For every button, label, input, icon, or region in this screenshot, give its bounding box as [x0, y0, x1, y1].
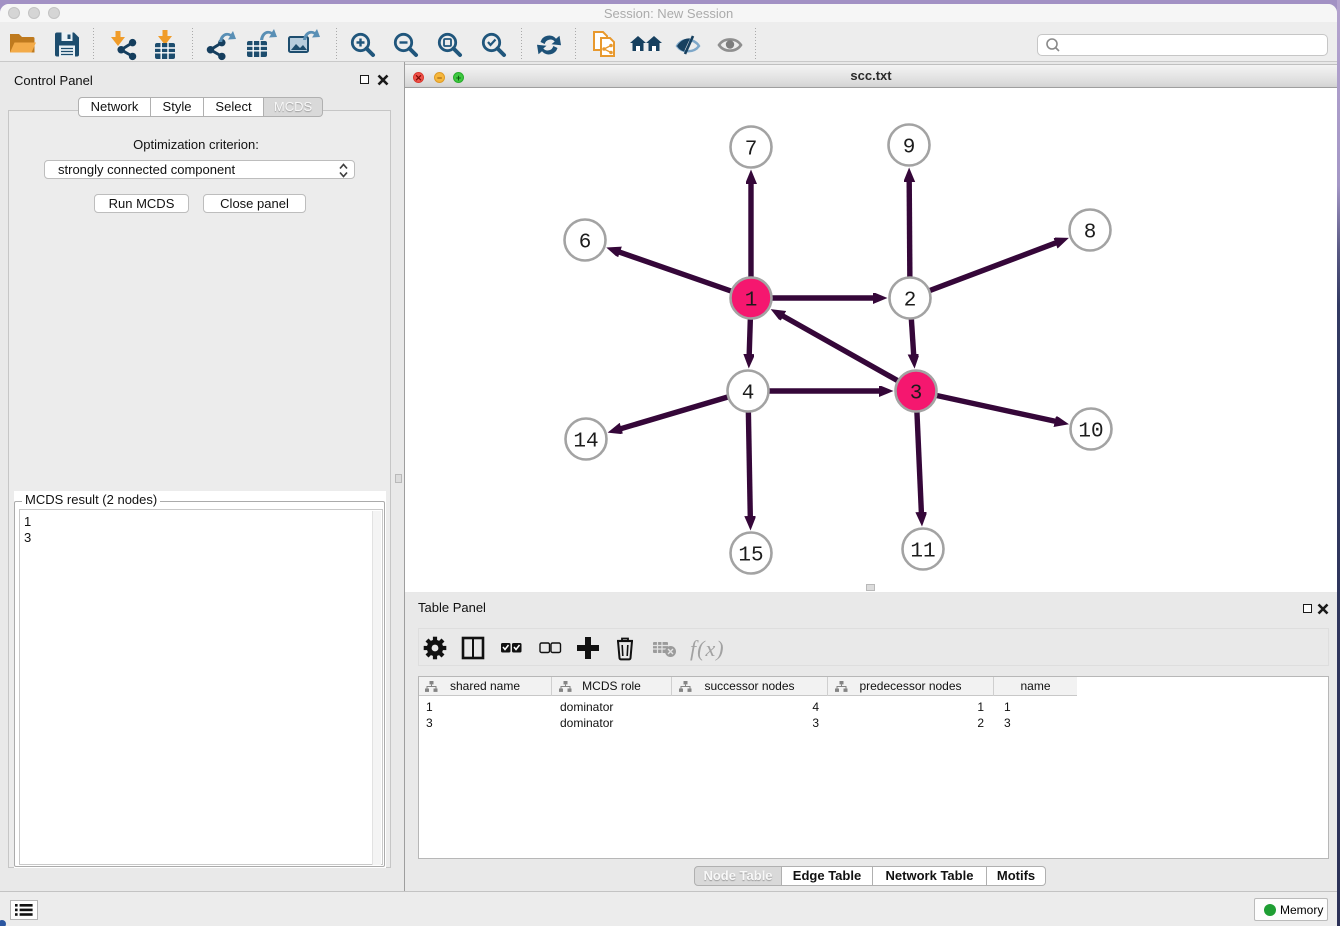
- svg-text:9: 9: [903, 137, 916, 160]
- svg-text:4: 4: [742, 383, 755, 406]
- svg-text:11: 11: [910, 541, 935, 564]
- svg-text:7: 7: [745, 139, 758, 162]
- svg-text:1: 1: [745, 290, 758, 313]
- svg-text:10: 10: [1078, 421, 1103, 444]
- svg-text:6: 6: [579, 232, 592, 255]
- svg-text:15: 15: [738, 545, 763, 568]
- svg-text:3: 3: [910, 383, 923, 406]
- svg-text:14: 14: [573, 431, 598, 454]
- svg-text:8: 8: [1084, 222, 1097, 245]
- svg-text:2: 2: [904, 290, 917, 313]
- svg-text:f(x): f(x): [690, 636, 725, 661]
